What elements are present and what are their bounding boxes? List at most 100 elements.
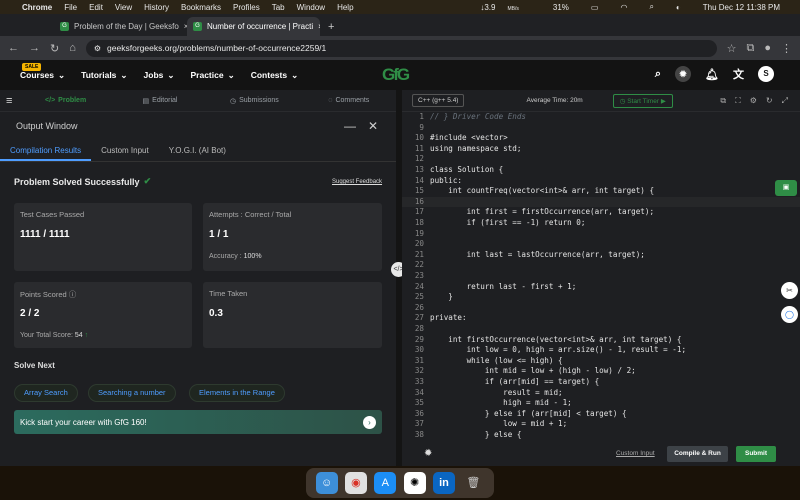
search-icon[interactable]: ⌕ bbox=[649, 2, 653, 12]
extensions-icon[interactable]: ⧉ bbox=[746, 42, 754, 55]
tab-editorial[interactable]: ▤ Editorial bbox=[113, 97, 207, 105]
code-line[interactable]: 36 } else if (arr[mid] < target) { bbox=[402, 409, 800, 420]
chat-widget-icon[interactable]: ▣ bbox=[775, 180, 797, 196]
code-line[interactable]: 11 using namespace std; bbox=[402, 144, 800, 155]
tab-problem[interactable]: </> Problem bbox=[18, 97, 112, 104]
chrome-menu-icon[interactable]: ⋮ bbox=[781, 42, 792, 55]
expand-icon[interactable]: ⤢ bbox=[782, 96, 788, 106]
theme-icon[interactable]: ✹ bbox=[424, 448, 432, 459]
tab-problem-of-the-day[interactable]: G Problem of the Day | Geeksfo × bbox=[54, 17, 187, 36]
scissors-icon[interactable]: ✂ bbox=[781, 282, 798, 299]
code-line[interactable]: 30 int low = 0, high = arr.size() - 1, r… bbox=[402, 345, 800, 356]
language-select[interactable]: C++ (g++ 5.4) bbox=[412, 94, 465, 107]
code-line[interactable]: 34 result = mid; bbox=[402, 388, 800, 399]
nav-tutorials[interactable]: Tutorials ⌄ bbox=[81, 70, 127, 81]
assistant-icon[interactable]: ◯ bbox=[781, 306, 798, 323]
minimize-icon[interactable]: — bbox=[344, 119, 356, 133]
start-timer-button[interactable]: ◷ Start Timer ▶ bbox=[612, 93, 673, 108]
tab-submissions[interactable]: ◷ Submissions bbox=[207, 97, 301, 105]
code-line[interactable]: 32 int mid = low + (high - low) / 2; bbox=[402, 366, 800, 377]
nav-jobs[interactable]: Jobs ⌄ bbox=[144, 70, 175, 81]
app-store-icon[interactable]: A bbox=[374, 472, 397, 494]
app-menu[interactable]: Chrome bbox=[22, 3, 52, 12]
custom-input-link[interactable]: Custom Input bbox=[616, 450, 655, 457]
settings-icon[interactable]: ⚙ bbox=[750, 96, 757, 106]
submit-button[interactable]: Submit bbox=[736, 446, 776, 462]
search-icon[interactable]: ⌕ bbox=[655, 68, 661, 81]
code-line[interactable]: 10 #include <vector> bbox=[402, 133, 800, 144]
menu-tab[interactable]: Tab bbox=[272, 3, 285, 12]
bookmark-star-icon[interactable]: ☆ bbox=[727, 42, 737, 55]
code-area[interactable]: 1 // } Driver Code Ends 9 10 #include <vecto… bbox=[402, 112, 800, 442]
address-bar[interactable]: ⚙ geeksforgeeks.org/problems/number-of-o… bbox=[85, 39, 717, 57]
code-line[interactable]: 21 int last = lastOccurrence(arr, target… bbox=[402, 250, 800, 261]
code-line[interactable]: 24 return last - first + 1; bbox=[402, 282, 800, 293]
menu-edit[interactable]: Edit bbox=[89, 3, 103, 12]
code-line[interactable]: 22 bbox=[402, 260, 800, 271]
suggest-feedback-link[interactable]: Suggest Feedback bbox=[332, 179, 382, 185]
code-line[interactable]: 29 int firstOccurrence(vector<int>& arr,… bbox=[402, 335, 800, 346]
code-line[interactable]: 9 bbox=[402, 123, 800, 134]
code-line[interactable]: 27 private: bbox=[402, 313, 800, 324]
code-line[interactable]: 18 if (first == -1) return 0; bbox=[402, 218, 800, 229]
code-line[interactable]: 20 bbox=[402, 239, 800, 250]
code-line[interactable]: 13 class Solution { bbox=[402, 165, 800, 176]
profile-avatar-icon[interactable]: ● bbox=[764, 42, 771, 54]
code-line[interactable]: 37 low = mid + 1; bbox=[402, 419, 800, 430]
hamburger-menu-icon[interactable]: ≡ bbox=[0, 95, 18, 107]
solve-next-elements-in-range[interactable]: Elements in the Range bbox=[189, 384, 285, 402]
nav-practice[interactable]: Practice ⌄ bbox=[191, 70, 235, 81]
tab-number-of-occurrence[interactable]: G Number of occurrence | Practi × bbox=[187, 17, 320, 36]
code-line[interactable]: 15 int countFreq(vector<int>& arr, int t… bbox=[402, 186, 800, 197]
chrome-icon[interactable]: ◉ bbox=[344, 472, 367, 494]
code-line[interactable]: 28 bbox=[402, 324, 800, 335]
notification-bell-icon[interactable]: 🔔︎ bbox=[705, 68, 719, 81]
menu-help[interactable]: Help bbox=[337, 3, 353, 12]
finder-icon[interactable]: ☺ bbox=[315, 472, 338, 494]
solve-next-array-search[interactable]: Array Search bbox=[14, 384, 78, 402]
tab-custom-input[interactable]: Custom Input bbox=[91, 142, 159, 161]
back-icon[interactable]: ← bbox=[8, 42, 19, 54]
code-line[interactable]: 12 bbox=[402, 154, 800, 165]
gfg-logo[interactable]: GfG bbox=[382, 65, 410, 85]
code-line[interactable]: 38 } else { bbox=[402, 430, 800, 441]
translate-icon[interactable]: 文 bbox=[733, 66, 744, 82]
forward-icon[interactable]: → bbox=[29, 42, 40, 54]
new-tab-button[interactable]: + bbox=[320, 21, 342, 36]
code-line[interactable]: 33 if (arr[mid] == target) { bbox=[402, 377, 800, 388]
menu-window[interactable]: Window bbox=[297, 3, 325, 12]
user-avatar[interactable]: S bbox=[758, 66, 774, 82]
code-line[interactable]: 25 } bbox=[402, 292, 800, 303]
close-icon[interactable]: ✕ bbox=[368, 119, 378, 133]
solve-next-searching-a-number[interactable]: Searching a number bbox=[88, 384, 176, 402]
menu-profiles[interactable]: Profiles bbox=[233, 3, 260, 12]
datetime[interactable]: Thu Dec 12 11:38 PM bbox=[703, 3, 780, 12]
menu-file[interactable]: File bbox=[64, 3, 77, 12]
code-line[interactable]: 1 // } Driver Code Ends bbox=[402, 112, 800, 123]
nav-courses[interactable]: Courses ⌄ bbox=[20, 70, 65, 81]
tab-compilation-results[interactable]: Compilation Results bbox=[0, 142, 92, 161]
chevron-right-icon[interactable]: › bbox=[363, 415, 376, 429]
tab-comments[interactable]: ◌ Comments bbox=[302, 97, 396, 104]
home-icon[interactable]: ⌂ bbox=[69, 42, 76, 54]
menu-bookmarks[interactable]: Bookmarks bbox=[181, 3, 221, 12]
code-line[interactable]: 23 bbox=[402, 271, 800, 282]
code-line[interactable]: 31 while (low <= high) { bbox=[402, 356, 800, 367]
theme-toggle-icon[interactable]: ✹ bbox=[675, 66, 692, 82]
tab-yogi-ai-bot[interactable]: Y.O.G.I. (AI Bot) bbox=[159, 142, 236, 161]
code-line[interactable]: 19 bbox=[402, 229, 800, 240]
reset-icon[interactable]: ↻ bbox=[766, 96, 773, 106]
code-line[interactable]: 26 bbox=[402, 303, 800, 314]
battery-icon[interactable]: ▭ bbox=[591, 3, 599, 12]
linkedin-icon[interactable]: in bbox=[432, 472, 455, 494]
code-line[interactable]: 14 public: bbox=[402, 176, 800, 187]
code-line[interactable]: 35 high = mid - 1; bbox=[402, 398, 800, 409]
compile-run-button[interactable]: Compile & Run bbox=[667, 446, 728, 462]
menu-view[interactable]: View bbox=[115, 3, 132, 12]
wifi-icon[interactable]: ◠ bbox=[620, 3, 627, 12]
nav-contests[interactable]: Contests ⌄ bbox=[251, 70, 299, 81]
copy-icon[interactable]: ⧉ bbox=[720, 96, 726, 106]
info-icon[interactable]: ⓘ bbox=[69, 290, 77, 299]
gfg160-banner[interactable]: Kick start your career with GfG 160! › bbox=[14, 410, 382, 434]
menu-history[interactable]: History bbox=[144, 3, 169, 12]
